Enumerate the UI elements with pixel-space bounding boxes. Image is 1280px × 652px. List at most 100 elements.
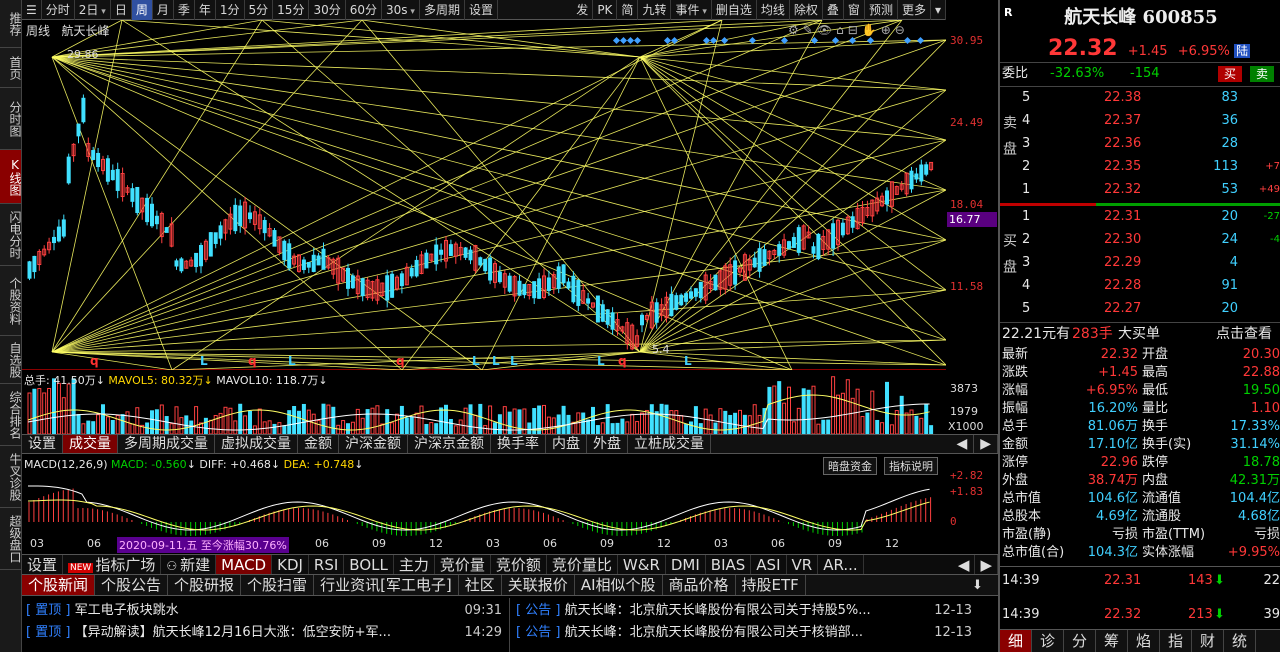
toolbar-period-button[interactable]: 日 (111, 0, 132, 20)
chart-tool-icon[interactable]: ⊟ (848, 23, 858, 37)
toolbar-tool-button[interactable]: 除权 (790, 0, 823, 20)
menu-toggle-icon[interactable]: ☰ (22, 0, 42, 20)
chart-tool-icon[interactable]: ⊖ (895, 23, 905, 37)
chart-tool-icon[interactable]: ⌂ (836, 23, 844, 37)
toolbar-period-button[interactable]: 年 (195, 0, 216, 20)
indicator-button[interactable]: ⚇ 新建 (161, 554, 217, 575)
news-tab[interactable]: 关联报价 (502, 575, 575, 595)
toolbar-tool-button[interactable]: 发 (572, 0, 594, 20)
chart-tool-icon[interactable]: ⚙ (788, 23, 799, 37)
tabs-next-icon[interactable]: ▶ (974, 435, 998, 453)
indicator-button[interactable]: VR (787, 554, 819, 575)
toolbar-tool-button[interactable]: 预测 (865, 0, 898, 20)
news-tab[interactable]: 个股扫雷 (241, 575, 315, 595)
toolbar-tool-button[interactable]: 更多 (898, 0, 931, 20)
news-tab[interactable]: 行业资讯[军工电子] (314, 575, 459, 595)
left-nav-item[interactable]: 个股资料 (0, 266, 22, 336)
dark-capital-button[interactable]: 暗盘资金 (823, 457, 877, 475)
volume-indicator-tab[interactable]: 成交量 (63, 435, 118, 453)
indicator-button[interactable]: RSI (309, 554, 345, 575)
news-item[interactable]: [ 公告 ] 航天长峰：北京航天长峰股份有限公司关于持股5%... 12-13 (516, 600, 976, 622)
kline-chart[interactable]: 29.86 5.4 q q q q L L L L L L L (22, 19, 947, 371)
news-tab[interactable]: 个股新闻 (22, 575, 96, 595)
tabs-prev-icon[interactable]: ◀ (950, 435, 975, 453)
left-nav-item[interactable]: 超级盘口 (0, 508, 22, 570)
toolbar-tool-button[interactable]: 事件 (671, 0, 712, 20)
news-item[interactable]: [ 置顶 ] 【异动解读】航天长峰12月16日大涨：低空安防+军... 14:29 (26, 622, 506, 644)
toolbar-dropdown-icon[interactable]: ▾ (931, 0, 946, 20)
panel-tab[interactable]: 统 (1224, 630, 1256, 652)
panel-tab[interactable]: 财 (1192, 630, 1224, 652)
volume-indicator-tab[interactable]: 设置 (22, 435, 63, 453)
toolbar-period-button[interactable]: 季 (174, 0, 195, 20)
news-tab[interactable]: 持股ETF (736, 575, 806, 595)
panel-tab[interactable]: 指 (1160, 630, 1192, 652)
volume-indicator-tab[interactable]: 金额 (298, 435, 339, 453)
indbar-prev-icon[interactable]: ◀ (953, 554, 976, 575)
panel-tab[interactable]: 分 (1064, 630, 1096, 652)
news-tab[interactable]: 社区 (459, 575, 502, 595)
indicator-button[interactable]: MACD (216, 554, 273, 575)
left-nav-item[interactable]: 分时图 (0, 88, 22, 150)
indicator-button[interactable]: BIAS (706, 554, 752, 575)
download-icon[interactable]: ⬇ (972, 578, 983, 593)
indicator-button[interactable]: 竞价额 (491, 554, 547, 575)
news-tab[interactable]: 商品价格 (663, 575, 736, 595)
left-nav-item[interactable]: K线图 (0, 150, 22, 204)
indicator-button[interactable]: KDJ (272, 554, 309, 575)
toolbar-tool-button[interactable]: 均线 (757, 0, 790, 20)
volume-indicator-tab[interactable]: 内盘 (546, 435, 587, 453)
volume-indicator-tab[interactable]: 虚拟成交量 (215, 435, 298, 453)
indbar-next-icon[interactable]: ▶ (975, 554, 998, 575)
toolbar-tool-button[interactable]: 叠 (823, 0, 844, 20)
left-nav-item[interactable]: 自选股 (0, 336, 22, 384)
volume-indicator-tab[interactable]: 多周期成交量 (118, 435, 215, 453)
toolbar-period-button[interactable]: 设置 (465, 0, 498, 20)
chart-tool-icon[interactable]: ⊕ (881, 23, 891, 37)
panel-tab[interactable]: 细 (1000, 630, 1032, 652)
volume-indicator-tab[interactable]: 沪深京金额 (408, 435, 491, 453)
indicator-button[interactable]: W&R (618, 554, 666, 575)
toolbar-period-button[interactable]: 2日 (75, 0, 111, 20)
indicator-button[interactable]: NEW 指标广场 (63, 554, 162, 575)
chart-tool-icon[interactable]: ✎ (803, 23, 813, 37)
toolbar-period-button[interactable]: 多周期 (420, 0, 465, 20)
left-nav-item[interactable]: 首页 (0, 48, 22, 88)
indicator-button[interactable]: AR... (818, 554, 864, 575)
left-nav-item[interactable]: 推荐 (0, 0, 22, 48)
big-order-link[interactable]: 点击查看 (1216, 324, 1272, 344)
indicator-button[interactable]: BOLL (344, 554, 394, 575)
news-tab[interactable]: AI相似个股 (575, 575, 663, 595)
indicator-button[interactable]: 竞价量 (435, 554, 491, 575)
news-tab[interactable]: 个股公告 (95, 575, 169, 595)
buy-button[interactable]: 买 (1218, 66, 1242, 82)
toolbar-period-button[interactable]: 1分 (216, 0, 245, 20)
volume-indicator-tab[interactable]: 沪深金额 (339, 435, 408, 453)
toolbar-period-button[interactable]: 15分 (273, 0, 310, 20)
indicator-button[interactable]: 竞价量比 (547, 554, 618, 575)
toolbar-tool-button[interactable]: PK (593, 0, 618, 20)
toolbar-tool-button[interactable]: 简 (617, 0, 639, 20)
panel-tab[interactable]: 筹 (1096, 630, 1128, 652)
indicator-button[interactable]: DMI (666, 554, 706, 575)
chart-tool-icon[interactable]: ✋ (862, 23, 877, 37)
indicator-button[interactable]: ASI (751, 554, 787, 575)
news-item[interactable]: [ 公告 ] 航天长峰：北京航天长峰股份有限公司关于核销部... 12-13 (516, 622, 976, 644)
panel-tab[interactable]: 诊 (1032, 630, 1064, 652)
news-tab[interactable]: 个股研报 (168, 575, 242, 595)
toolbar-period-button[interactable]: 30s (382, 0, 420, 20)
volume-indicator-tab[interactable]: 立桩成交量 (628, 435, 711, 453)
indicator-help-button[interactable]: 指标说明 (884, 457, 938, 475)
left-nav-item[interactable]: 闪电分时 (0, 204, 22, 266)
toolbar-period-button[interactable]: 周 (131, 0, 153, 20)
sell-button[interactable]: 卖 (1250, 66, 1274, 82)
toolbar-period-button[interactable]: 5分 (245, 0, 274, 20)
chart-tool-icon[interactable]: 👁 (817, 23, 832, 37)
volume-indicator-tab[interactable]: 外盘 (587, 435, 628, 453)
panel-tab[interactable]: 焰 (1128, 630, 1160, 652)
toolbar-period-button[interactable]: 分时 (42, 0, 75, 20)
toolbar-period-button[interactable]: 30分 (309, 0, 346, 20)
volume-indicator-tab[interactable]: 换手率 (491, 435, 546, 453)
indicator-button[interactable]: 主力 (394, 554, 435, 575)
toolbar-tool-button[interactable]: 九转 (638, 0, 672, 20)
